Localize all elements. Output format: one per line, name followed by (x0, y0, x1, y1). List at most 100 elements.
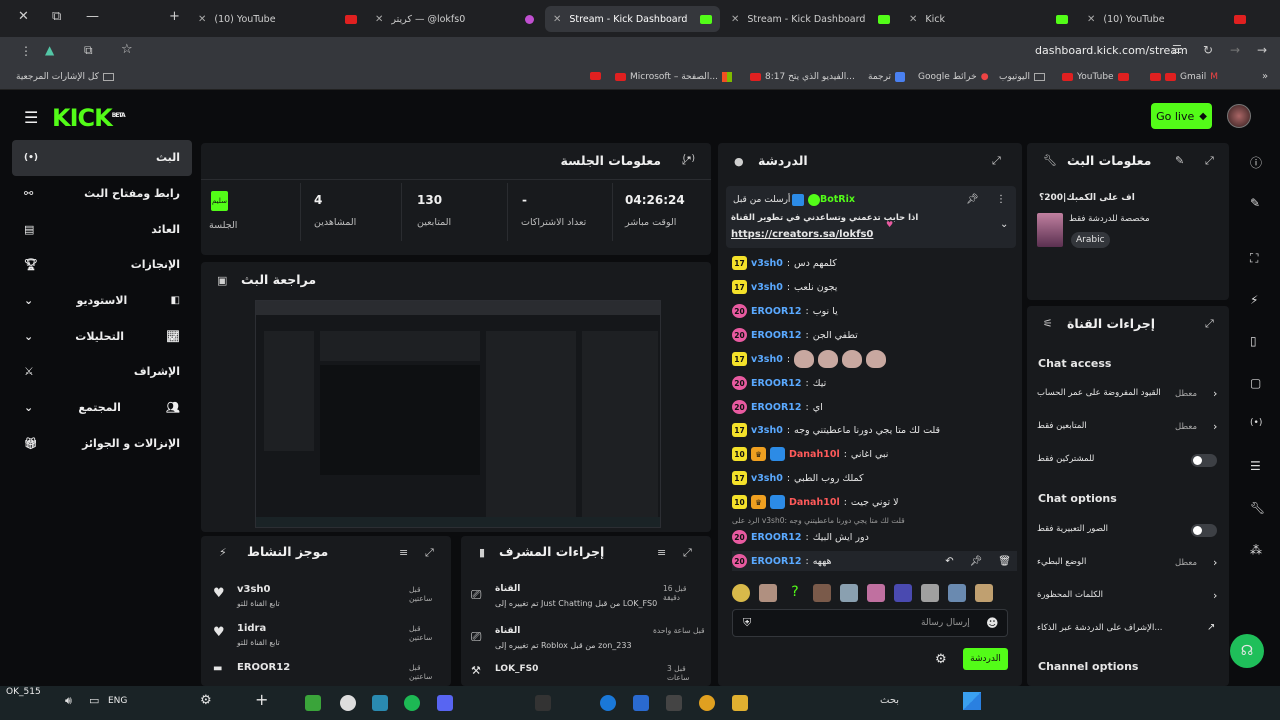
chevron-down-icon[interactable]: ⌄ (1000, 219, 1008, 230)
chrome-icon[interactable] (699, 695, 715, 711)
url-field[interactable]: dashboard.kick.com/stream (1035, 44, 1188, 57)
go-live-button[interactable]: Go live ◆ (1151, 103, 1212, 129)
tab-close-icon[interactable]: ✕ (731, 14, 739, 25)
hamburger-menu-icon[interactable]: ☰ (24, 108, 38, 127)
emote-icon[interactable] (948, 584, 966, 602)
bookmark-microsoft[interactable]: Microsoft – الصفحة... (615, 72, 733, 82)
language-indicator[interactable]: ENG (108, 696, 127, 706)
chat-username[interactable]: Danah10l (789, 497, 840, 508)
stream-preview-video[interactable] (255, 300, 661, 528)
lightning-icon[interactable]: ⚡︎ (1250, 293, 1258, 307)
app-icon[interactable] (666, 695, 682, 711)
chat-message[interactable]: 17 v3sh0: يجون نلعب (732, 277, 837, 297)
chat-username[interactable]: v3sh0 (751, 282, 783, 293)
chat-option-row[interactable]: › الكلمات المحظورة (1035, 587, 1223, 607)
popout-icon[interactable]: ⤢ (425, 546, 434, 560)
more-options-icon[interactable]: ⋮ (996, 194, 1006, 205)
spotify-icon[interactable] (404, 695, 420, 711)
tab-close-icon[interactable]: ✕ (198, 14, 206, 25)
bookmark-youtube[interactable]: YouTube (1062, 72, 1129, 82)
minimize-window-icon[interactable]: — (86, 9, 99, 24)
sidebar-item-moderation[interactable]: الإشراف ⚔︎ (12, 354, 192, 390)
sidebar-item-achievements[interactable]: الإنجازات 🏆︎ (12, 247, 192, 283)
chat-message[interactable]: 17 v3sh0: كلمهم دس (732, 253, 837, 273)
chat-access-row[interactable]: › معطل المتابعين فقط (1035, 418, 1223, 438)
reload-icon[interactable]: ↻ (1203, 43, 1213, 57)
taskbar-search[interactable]: بحث (880, 695, 899, 706)
edge-icon[interactable] (600, 695, 616, 711)
bookmark-youtube-ar[interactable]: اليوتيوب (999, 72, 1045, 82)
back-icon[interactable]: → (1257, 43, 1267, 57)
restore-window-icon[interactable]: ⧉ (52, 9, 61, 24)
chat-username[interactable]: v3sh0 (751, 258, 783, 269)
emote-icon[interactable] (867, 584, 885, 602)
shield-icon[interactable]: ⛨ (743, 616, 751, 630)
gear-icon[interactable]: ⚙︎ (200, 693, 212, 708)
chat-username[interactable]: EROOR12 (751, 402, 802, 413)
wrench-icon[interactable]: 🔧︎ (1250, 501, 1265, 515)
scan-icon[interactable]: ⛶ (1250, 251, 1258, 266)
popout-icon[interactable]: ⤢ (992, 154, 1001, 168)
chat-message[interactable]: 10 ♛ Danah10l: لا توني جيت (732, 492, 899, 512)
emote-icon[interactable] (921, 584, 939, 602)
document-icon[interactable]: ▯ (1250, 334, 1257, 348)
sidebar-item-analytics[interactable]: 📈︎ التحليلات ⌄ (12, 318, 192, 354)
chat-input[interactable]: ⛨ إرسال رسالة ☻ (732, 609, 1008, 637)
bookmark-all[interactable]: كل الإشارات المرجعية (16, 72, 114, 82)
gear-icon[interactable]: ⚙︎ (935, 652, 947, 667)
windows-start-icon[interactable] (963, 692, 981, 710)
chat-username[interactable]: v3sh0 (751, 354, 783, 365)
emote-icon[interactable]: ? (786, 584, 804, 602)
browser-tab[interactable]: ✕ Kick (901, 6, 1076, 32)
chat-message-hovered[interactable]: 20 EROOR12: هههه ↶ 📌︎ 🗑︎ (732, 551, 1017, 571)
bookmark-star-icon[interactable]: ☆ (121, 42, 133, 57)
chat-send-button[interactable]: الدردشة (963, 648, 1008, 670)
browser-tab[interactable]: ✕ کریتر — @lokfs0 (367, 6, 542, 32)
reply-icon[interactable]: ↶ (945, 556, 953, 567)
dots-cluster-icon[interactable]: ⁂ (1250, 543, 1262, 557)
chat-username[interactable]: EROOR12 (751, 330, 802, 341)
extension-icon[interactable]: ▲ (45, 43, 54, 57)
chat-message[interactable]: 20 EROOR12: تيك (732, 373, 826, 393)
pin-icon[interactable]: 📌︎ (970, 556, 983, 567)
popout-icon[interactable]: ⤢ (1205, 154, 1214, 168)
chat-username[interactable]: EROOR12 (751, 306, 802, 317)
chat-username[interactable]: Danah10l (789, 449, 840, 460)
filter-icon[interactable]: ≡ (657, 546, 666, 559)
support-headset-icon[interactable]: ☊ (1230, 634, 1264, 668)
close-window-icon[interactable]: ✕ (18, 9, 29, 24)
filter-icon[interactable]: ≡ (399, 546, 408, 559)
emote-only-toggle[interactable] (1191, 524, 1217, 537)
emote-icon[interactable] (894, 584, 912, 602)
tab-close-icon[interactable]: ✕ (375, 14, 383, 25)
sidebar-item-stream[interactable]: البث (•) (12, 140, 192, 176)
tab-close-icon[interactable]: ✕ (1087, 14, 1095, 25)
chat-message[interactable]: 20 EROOR12: يا نوب (732, 301, 838, 321)
explorer-icon[interactable] (732, 695, 748, 711)
pin-icon[interactable]: 📌︎ (966, 194, 979, 205)
chat-bubble-icon[interactable]: ▢ (1250, 376, 1261, 390)
extensions-puzzle-icon[interactable]: ⧉ (84, 43, 93, 58)
browser-tab[interactable]: ✕ (10) YouTube (190, 6, 365, 32)
chat-message[interactable]: 17 v3sh0: قلت لك متا يجي دورنا ماعطيتني وج… (732, 420, 940, 440)
chat-message[interactable]: 20 EROOR12: دور ايش البيك (732, 527, 869, 547)
nzxt-icon[interactable] (535, 695, 551, 711)
emote-icon[interactable] (975, 584, 993, 602)
menu-dots-icon[interactable]: ⋮ (20, 44, 32, 58)
sidebar-item-revenue[interactable]: العائد ▤ (12, 211, 192, 247)
emote-icon[interactable] (840, 584, 858, 602)
emoji-icon[interactable]: ☻ (986, 616, 999, 630)
store-icon[interactable] (633, 695, 649, 711)
tab-close-icon[interactable]: ✕ (553, 14, 561, 25)
browser-tab-active[interactable]: ✕ Stream - Kick Dashboard (545, 6, 720, 32)
chat-message[interactable]: 20 EROOR12: اي (732, 397, 823, 417)
pinned-link[interactable]: https://creators.sa/lokfs0 (731, 229, 873, 240)
bookmark-video[interactable]: 8:17 الفيديو الذي يتح... (750, 72, 855, 82)
chat-access-row[interactable]: › معطل القيود المفروضة على عمر الحساب (1035, 385, 1223, 405)
broadcast-icon[interactable]: (•) (1250, 418, 1262, 428)
bookmark-yt[interactable] (590, 72, 601, 80)
emote-icon[interactable] (759, 584, 777, 602)
emote-icon[interactable] (732, 584, 750, 602)
bookmark-maps[interactable]: Google خرائط ● (918, 72, 989, 82)
new-tab-icon[interactable]: + (169, 9, 180, 24)
